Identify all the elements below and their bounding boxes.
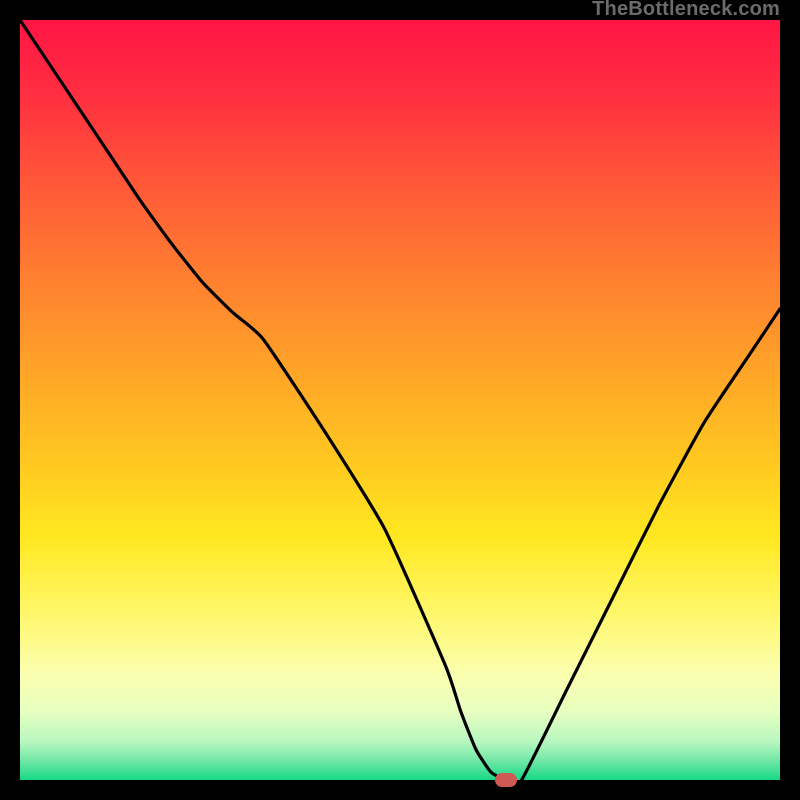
background-gradient [20, 20, 780, 780]
chart-frame: TheBottleneck.com [20, 20, 780, 780]
optimum-marker [495, 773, 517, 787]
watermark-text: TheBottleneck.com [592, 0, 780, 21]
